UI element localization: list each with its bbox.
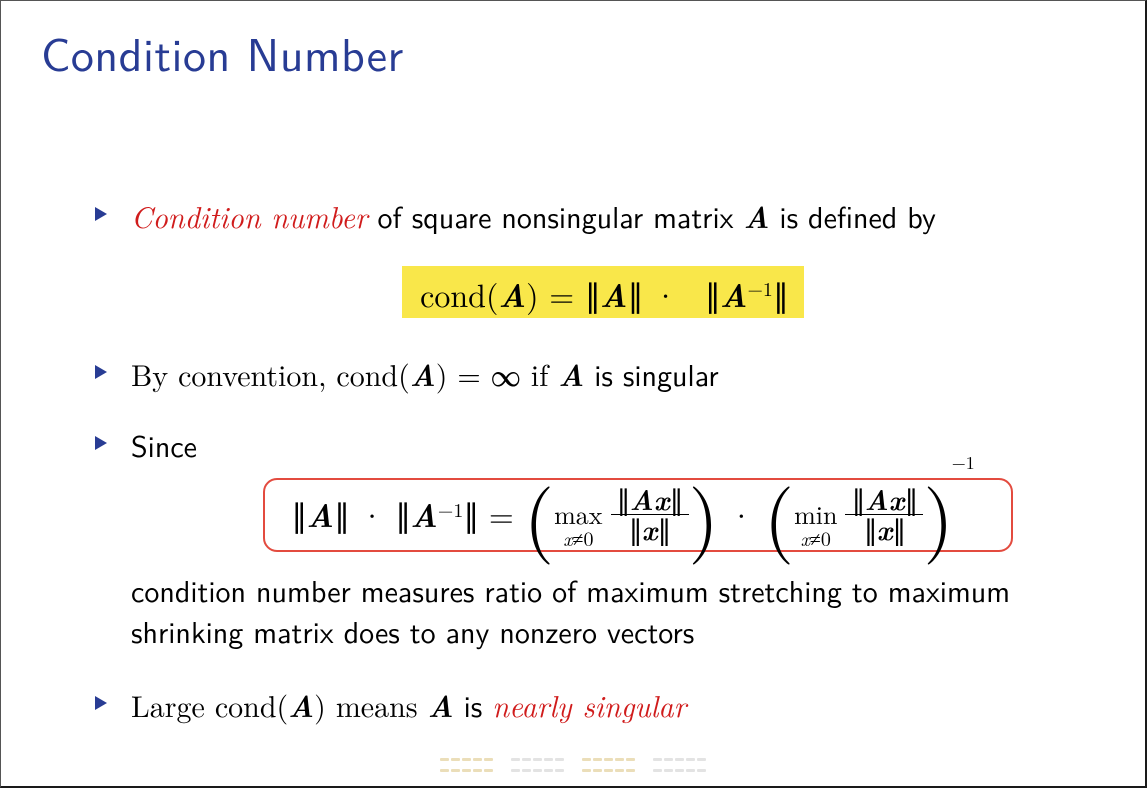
t: x <box>877 508 893 549</box>
t: ∥ <box>904 479 917 519</box>
t: ∥ <box>463 492 478 537</box>
bullet-icon <box>93 695 109 711</box>
t: ∥ <box>334 492 349 537</box>
min-ratio-group: ( min x≠0 ∥Ax∥ ∥x∥ ) <box>764 484 977 546</box>
t: ∥ <box>395 492 410 537</box>
t: A <box>498 270 526 317</box>
bullet-3-continuation: condition number measures ratio of maxim… <box>131 570 1075 651</box>
t: −1 <box>438 495 463 523</box>
t: 0 <box>583 523 593 552</box>
t: ∥ <box>773 272 788 317</box>
text: of square nonsingular matrix <box>368 194 744 238</box>
t: ) = ∞ if <box>436 352 559 395</box>
t: ∥ <box>892 509 905 549</box>
exponent-inv: −1 <box>952 454 975 472</box>
t: ∥ <box>628 272 643 317</box>
t: is <box>454 683 493 727</box>
max-ratio-group: ( max x≠0 ∥Ax∥ ∥x∥ ) <box>524 484 719 546</box>
t: ∥ <box>864 509 877 549</box>
t: ) means <box>314 683 427 726</box>
t: −1 <box>747 274 772 302</box>
text: is defined by <box>769 194 935 238</box>
boxed-formula: ∥A∥ · ∥A−1∥ = ( max x≠0 ∥Ax∥ <box>263 478 1013 552</box>
t: A <box>428 684 454 727</box>
t: A <box>720 270 748 317</box>
t: ∥ <box>851 479 864 519</box>
bullet-icon <box>93 364 109 380</box>
term-nearly-singular: nearly singular <box>492 683 686 726</box>
t: ∥ <box>585 272 600 317</box>
t: x <box>642 508 658 549</box>
bullet-1: Condition number of square nonsingular m… <box>131 196 1075 318</box>
t: By convention, cond( <box>131 352 410 395</box>
slide-title: Condition Number <box>41 19 1105 86</box>
t: · <box>729 499 754 531</box>
bullet-2: By convention, cond(A) = ∞ if A is singu… <box>131 354 1075 396</box>
t: ∥ <box>705 272 720 317</box>
t: ∥ <box>670 479 683 519</box>
t: ≠ <box>572 523 583 552</box>
matrix-A: A <box>743 195 769 238</box>
t: x <box>801 523 810 552</box>
t: A <box>410 490 438 537</box>
t: ∥ <box>291 492 306 537</box>
t: A <box>306 490 334 537</box>
footer-nav-dots <box>440 758 706 778</box>
term-condition-number: Condition number <box>131 194 368 237</box>
t: is singular <box>584 352 718 396</box>
t: = <box>478 492 514 537</box>
highlighted-formula: cond(A) = ∥A∥ · ∥A−1∥ <box>402 266 804 318</box>
t: A <box>288 684 314 727</box>
t: cond( <box>420 272 498 317</box>
t: A <box>558 353 584 396</box>
t: Since <box>131 423 197 467</box>
bullet-icon <box>93 206 109 222</box>
slide: Condition Number Condition number of squ… <box>0 0 1147 788</box>
t: ) = <box>526 272 585 317</box>
t: ≠ <box>810 523 821 552</box>
t: Large cond( <box>131 683 288 726</box>
t: 0 <box>821 523 831 552</box>
t: A <box>410 353 436 396</box>
t: ∥ <box>657 509 670 549</box>
t: · <box>349 492 395 537</box>
bullet-icon <box>93 435 109 451</box>
t: ∥ <box>617 479 630 519</box>
bullet-3: Since ∥A∥ · ∥A−1∥ = ( max x≠0 <box>131 425 1075 651</box>
bullet-4: Large cond(A) means A is nearly singular <box>131 685 1075 727</box>
slide-content: Condition number of square nonsingular m… <box>41 196 1105 727</box>
t: A <box>600 270 628 317</box>
t: ∥ <box>629 509 642 549</box>
t: · <box>643 272 689 317</box>
formula-expansion: ∥A∥ · ∥A−1∥ = ( max x≠0 ∥Ax∥ <box>131 478 1075 552</box>
formula-definition: cond(A) = ∥A∥ · ∥A−1∥ <box>131 266 1075 318</box>
